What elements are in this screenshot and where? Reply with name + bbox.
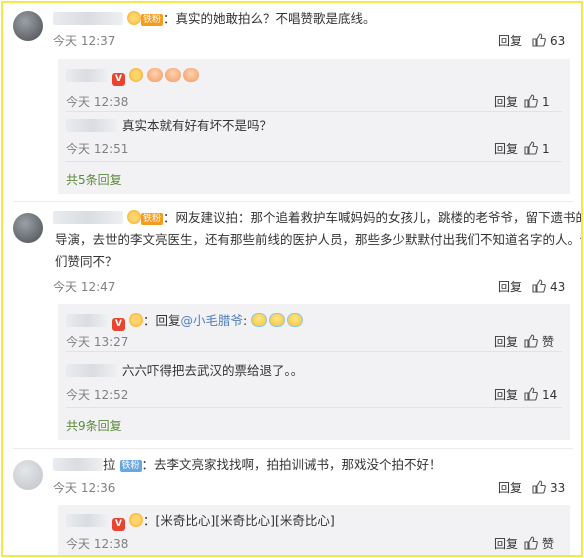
- timestamp: 今天 13:27: [66, 335, 129, 349]
- like-label: 赞: [542, 537, 555, 551]
- thumbs-up-icon: [524, 141, 538, 155]
- more-replies-link[interactable]: 共9条回复: [66, 417, 122, 435]
- reply-button[interactable]: 回复: [494, 333, 518, 351]
- medal-icon: [126, 11, 141, 25]
- comment-meta: 今天 12:37 回复 63: [53, 31, 578, 51]
- crying-laugh-emoji-icon: [287, 313, 304, 327]
- like-button[interactable]: 赞: [524, 535, 562, 553]
- more-replies-link[interactable]: 共5条回复: [66, 171, 122, 189]
- username[interactable]: [66, 69, 108, 82]
- comment-text: 铁粉 ：网友建议拍：那个追着救护车喊妈妈的女孩儿，跳楼的老爷爷，留下遗书的: [53, 207, 581, 229]
- medal-icon: [128, 513, 143, 527]
- emoji-icon: [146, 68, 163, 82]
- username[interactable]: [53, 458, 103, 471]
- thumbs-up-icon: [524, 536, 538, 550]
- timestamp: 今天 12:38: [66, 95, 129, 109]
- like-count: 1: [542, 95, 550, 109]
- reply-button[interactable]: 回复: [494, 140, 518, 158]
- comment-text-cont: 导演，去世的李文亮医生，还有那些前线的医护人员，那些多少默默付出我们不知道名字的…: [55, 232, 583, 247]
- crying-laugh-emoji-icon: [269, 313, 286, 327]
- comment-text: 拉 铁粉 ：去李文亮家找找啊，拍拍训诫书，那戏没个拍不好！: [53, 454, 573, 476]
- avatar[interactable]: [13, 460, 43, 490]
- divider: [66, 351, 562, 352]
- like-button[interactable]: 33: [532, 478, 578, 498]
- reply-button[interactable]: 回复: [494, 93, 518, 111]
- like-button[interactable]: 14: [524, 386, 562, 404]
- like-count: 43: [550, 280, 566, 294]
- vip-icon: V: [111, 318, 125, 331]
- timestamp: 今天 12:47: [53, 280, 116, 294]
- timestamp: 今天 12:38: [66, 537, 129, 551]
- like-button[interactable]: 43: [532, 277, 578, 297]
- reply-text: ：[米奇比心][米奇比心][米奇比心]: [142, 513, 335, 528]
- like-button[interactable]: 1: [524, 93, 562, 111]
- thumbs-up-icon: [532, 279, 546, 293]
- comment-text-cont: 们赞同不？: [55, 254, 118, 269]
- reply-button[interactable]: 回复: [498, 31, 522, 51]
- reply-box: V ：[米奇比心][米奇比心][米奇比心] 今天 12:38 回复 赞: [58, 505, 570, 555]
- emoji-icon: [164, 68, 181, 82]
- fan-badge: 铁粉: [140, 14, 163, 26]
- comment-meta: 今天 12:47 回复 43: [53, 277, 578, 297]
- emoji-icon: [182, 68, 199, 82]
- divider: [66, 407, 562, 408]
- comment-meta: 今天 12:36 回复 33: [53, 478, 578, 498]
- reply-text: 真实本就有好有坏不是吗？: [121, 118, 272, 133]
- like-count: 1: [542, 142, 550, 156]
- divider: [13, 448, 573, 449]
- like-count: 33: [550, 481, 566, 495]
- divider: [66, 161, 562, 162]
- timestamp: 今天 12:36: [53, 481, 116, 495]
- reply-text: 六六吓得把去武汉的票给退了。。: [121, 363, 304, 378]
- username[interactable]: [66, 364, 118, 377]
- medal-icon: [128, 313, 143, 327]
- like-button[interactable]: 63: [532, 31, 578, 51]
- crying-laugh-emoji-icon: [251, 313, 268, 327]
- username[interactable]: [66, 514, 108, 527]
- username[interactable]: [66, 119, 118, 132]
- reply-button[interactable]: 回复: [498, 277, 522, 297]
- like-button[interactable]: 赞: [524, 333, 562, 351]
- username[interactable]: [53, 211, 123, 224]
- avatar[interactable]: [13, 213, 43, 243]
- thumbs-up-icon: [524, 387, 538, 401]
- username[interactable]: [66, 314, 108, 327]
- like-count: 63: [550, 34, 566, 48]
- like-count: 14: [542, 388, 558, 402]
- fan-badge: 铁粉: [119, 460, 142, 472]
- divider: [13, 201, 573, 202]
- reply-button[interactable]: 回复: [494, 386, 518, 404]
- username[interactable]: [53, 12, 123, 25]
- divider: [66, 111, 562, 112]
- vip-icon: V: [111, 73, 125, 86]
- medal-icon: [126, 210, 141, 224]
- reply-box: V ：回复@小毛腊爷: 今天 13:27 回复 赞 六六吓得把去武汉的票给退了。…: [58, 304, 570, 440]
- fan-badge: 铁粉: [140, 213, 163, 225]
- mention-link[interactable]: @小毛腊爷: [180, 313, 243, 328]
- thumbs-up-icon: [532, 33, 546, 47]
- thumbs-up-icon: [524, 94, 538, 108]
- comments-panel: 铁粉 ：真实的她敢拍么？不唱赞歌是底线。 今天 12:37 回复 63 V 今天 …: [1, 1, 583, 557]
- reply-button[interactable]: 回复: [494, 535, 518, 553]
- avatar[interactable]: [13, 11, 43, 41]
- timestamp: 今天 12:51: [66, 142, 129, 156]
- like-button[interactable]: 1: [524, 140, 562, 158]
- timestamp: 今天 12:37: [53, 34, 116, 48]
- medal-icon: [128, 68, 143, 82]
- thumbs-up-icon: [524, 334, 538, 348]
- comment-text: 铁粉 ：真实的她敢拍么？不唱赞歌是底线。: [53, 8, 573, 30]
- reply-button[interactable]: 回复: [498, 478, 522, 498]
- reply-box: V 今天 12:38 回复 1 真实本就有好有坏不是吗？ 今天 12:51 回复…: [58, 59, 570, 194]
- like-label: 赞: [542, 335, 555, 349]
- thumbs-up-icon: [532, 480, 546, 494]
- timestamp: 今天 12:52: [66, 388, 129, 402]
- vip-icon: V: [111, 518, 125, 531]
